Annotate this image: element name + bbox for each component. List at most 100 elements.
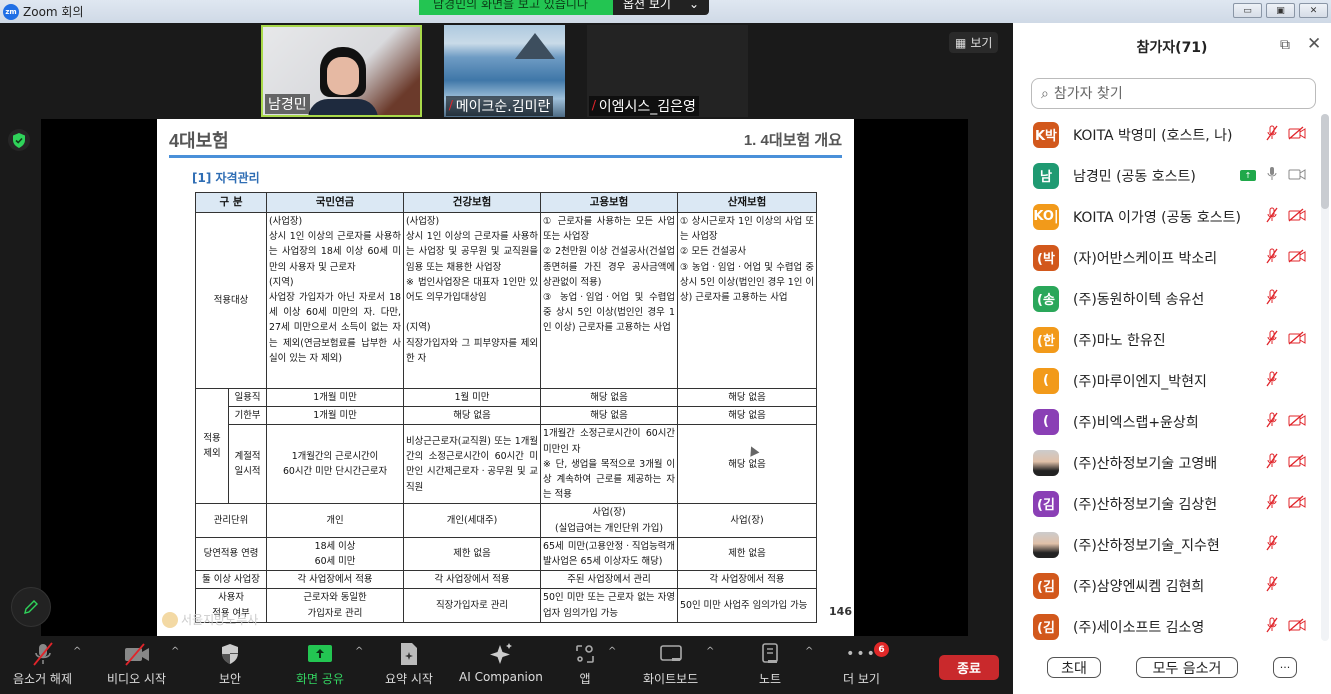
emblem-icon: [162, 611, 178, 628]
security-button[interactable]: 보안: [219, 642, 241, 687]
video-off-icon[interactable]: [1288, 249, 1306, 267]
end-meeting-button[interactable]: 종료: [939, 655, 999, 680]
video-tile[interactable]: ⧸ 이엠시스_김은영: [587, 25, 748, 117]
video-off-icon[interactable]: [1288, 126, 1306, 144]
video-options-caret[interactable]: ^: [171, 646, 179, 657]
mic-off-icon[interactable]: [1264, 576, 1280, 596]
table-cell: 사업(장) (실업급여는 개인단위 가입): [540, 503, 679, 538]
mic-on-icon[interactable]: [1264, 166, 1280, 186]
audio-options-caret[interactable]: ^: [73, 646, 81, 657]
participant-row[interactable]: K박 KOITA 박영미 (호스트, 나): [1013, 114, 1319, 155]
participant-row[interactable]: (주)산하정보기술 고영배: [1013, 442, 1319, 483]
video-off-icon[interactable]: [1288, 413, 1306, 431]
share-options-caret[interactable]: ^: [355, 646, 363, 657]
encryption-shield-icon[interactable]: [8, 129, 30, 151]
close-panel-icon[interactable]: ✕: [1307, 34, 1321, 54]
table-cell: 50인 미만 사업주 임의가입 가능: [677, 588, 818, 623]
summary-icon: [399, 642, 419, 666]
table-header-row: 구 분 국민연금 건강보험 고용보험 산재보험: [194, 192, 818, 213]
participant-row[interactable]: KO| KOITA 이가영 (공동 호스트): [1013, 196, 1319, 237]
annotate-button[interactable]: [11, 587, 51, 627]
start-video-button[interactable]: 비디오 시작: [107, 642, 166, 687]
minimize-button[interactable]: ▭: [1233, 3, 1262, 18]
participant-status-icons: ↑: [1240, 166, 1306, 186]
table-cell: 비상근근로자(교직원) 또는 1개월간의 소정근로시간이 60시간 미만인 시간…: [403, 424, 542, 505]
participant-row[interactable]: (김 (주)세이소프트 김소영: [1013, 606, 1319, 641]
avatar: (박: [1033, 244, 1059, 271]
view-button[interactable]: ▦ 보기: [949, 32, 999, 53]
view-options-button[interactable]: 옵션 보기 ⌄: [613, 0, 710, 15]
whiteboard-button[interactable]: 화이트보드: [643, 642, 698, 687]
table-cell: 해당 없음: [540, 387, 679, 408]
ai-companion-button[interactable]: AI Companion: [459, 642, 543, 684]
mic-off-icon: ⧸: [592, 99, 596, 112]
video-tile-name: ⧸ 메이크순.김미란: [446, 96, 554, 116]
participant-status-icons: [1264, 248, 1306, 268]
scrollbar-thumb[interactable]: [1321, 114, 1329, 209]
notification-badge: 6: [874, 642, 889, 657]
video-off-icon[interactable]: [1288, 331, 1306, 349]
mic-off-icon[interactable]: [1264, 617, 1280, 637]
participant-row[interactable]: (김 (주)삼양엔씨켐 김현희: [1013, 565, 1319, 606]
more-options-button[interactable]: ···: [1273, 657, 1297, 678]
participant-status-icons: [1264, 289, 1304, 309]
table-cell: 1개월간의 근로시간이 60시간 미만 단시간근로자: [266, 424, 405, 505]
share-screen-button[interactable]: 화면 공유: [296, 642, 344, 687]
participant-row[interactable]: (주)산하정보기술_지수현: [1013, 524, 1319, 565]
apps-options-caret[interactable]: ^: [608, 646, 616, 657]
unmute-button[interactable]: 음소거 해제: [13, 642, 72, 687]
participant-name: (주)마루이엔지_박현지: [1073, 373, 1207, 390]
table-cell: 1개월 미만: [266, 387, 405, 408]
participant-status-icons: [1264, 453, 1306, 473]
participant-row[interactable]: (김 (주)산하정보기술 김상헌: [1013, 483, 1319, 524]
mic-off-icon[interactable]: [1264, 412, 1280, 432]
mic-off-icon[interactable]: [1264, 371, 1280, 391]
mic-off-icon[interactable]: [1264, 330, 1280, 350]
invite-button[interactable]: 초대: [1047, 657, 1101, 678]
start-summary-button[interactable]: 요약 시작: [385, 642, 433, 687]
participant-row[interactable]: ((주)마루이엔지_박현지: [1013, 360, 1319, 401]
video-tile-name: 남경민: [265, 94, 310, 114]
participant-row[interactable]: 남 남경민 (공동 호스트) ↑: [1013, 155, 1319, 196]
mic-off-icon: [30, 642, 56, 666]
mute-all-button[interactable]: 모두 음소거: [1136, 657, 1238, 678]
participant-search[interactable]: ⌕: [1031, 78, 1316, 109]
participant-row[interactable]: (한 (주)마노 한유진: [1013, 319, 1319, 360]
slide-divider: [169, 155, 842, 158]
table-cell: 제한 없음: [403, 536, 542, 572]
mic-off-icon[interactable]: [1264, 207, 1280, 227]
video-tile[interactable]: 남경민: [261, 25, 422, 117]
virtual-background-image: [515, 33, 555, 59]
participant-list-scrollbar[interactable]: [1321, 114, 1329, 641]
mic-off-icon[interactable]: [1264, 453, 1280, 473]
participant-row[interactable]: (송 (주)동원하이텍 송유선: [1013, 278, 1319, 319]
participant-row[interactable]: (박 (자)어반스케이프 박소리: [1013, 237, 1319, 278]
video-off-icon[interactable]: [1288, 454, 1306, 472]
notes-options-caret[interactable]: ^: [805, 646, 813, 657]
apps-button[interactable]: 앱: [575, 642, 595, 687]
video-off-icon[interactable]: [1288, 208, 1306, 226]
avatar: 남: [1033, 162, 1059, 189]
avatar: [1033, 449, 1059, 476]
notes-button[interactable]: 노트: [759, 642, 781, 687]
slide-subtitle: 1. 4대보험 개요: [743, 132, 842, 149]
video-off-icon[interactable]: [1288, 618, 1306, 636]
video-tile[interactable]: ⧸ 메이크순.김미란: [444, 25, 565, 117]
mic-off-icon[interactable]: [1264, 535, 1280, 555]
mic-off-icon[interactable]: [1264, 125, 1280, 145]
video-off-icon[interactable]: [1288, 495, 1306, 513]
close-window-button[interactable]: ✕: [1299, 3, 1328, 18]
table-cell: 해당 없음: [677, 424, 818, 505]
zoom-logo-icon: zm: [3, 3, 19, 20]
mic-off-icon[interactable]: [1264, 248, 1280, 268]
participant-row[interactable]: ((주)비엑스랩+윤상희: [1013, 401, 1319, 442]
video-on-icon[interactable]: [1288, 167, 1306, 185]
participant-search-input[interactable]: [1053, 85, 1294, 102]
maximize-button[interactable]: ▣: [1266, 3, 1295, 18]
whiteboard-options-caret[interactable]: ^: [706, 646, 714, 657]
mic-off-icon[interactable]: [1264, 289, 1280, 309]
pop-out-icon[interactable]: ⧉: [1280, 37, 1290, 53]
avatar: (김: [1033, 490, 1059, 517]
participant-status-icons: [1264, 576, 1304, 596]
mic-off-icon[interactable]: [1264, 494, 1280, 514]
